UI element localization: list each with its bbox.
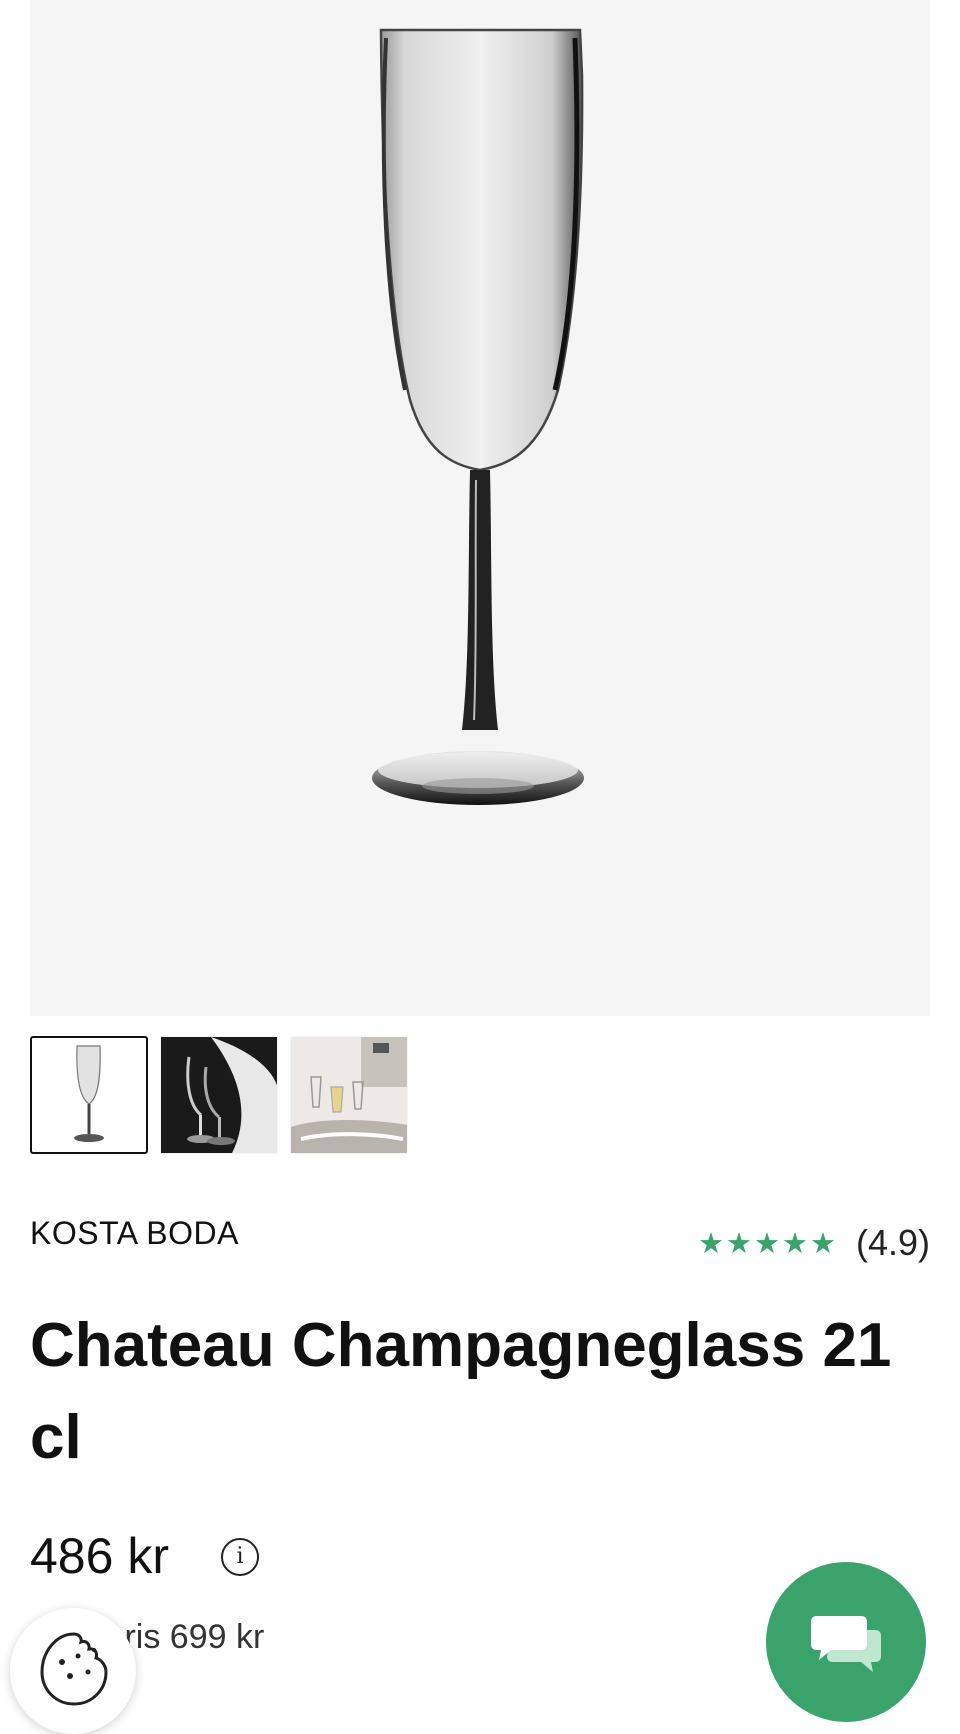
thumbnail-table-setting-icon (291, 1037, 407, 1153)
product-title: Chateau Champagneglass 21 cl (30, 1311, 892, 1472)
thumbnail-1[interactable] (30, 1036, 148, 1154)
product-price: 486 kr (30, 1528, 169, 1584)
thumbnail-glass-icon (74, 1045, 104, 1142)
champagne-glass-image (372, 28, 584, 805)
thumbnail-gallery (30, 1036, 408, 1154)
chat-button[interactable] (766, 1562, 926, 1722)
rating-value: (4.9) (855, 1222, 930, 1263)
thumbnail-glasses-dark-icon (161, 1037, 277, 1153)
rating-stars: ★★★★★ (697, 1227, 838, 1260)
product-rating[interactable]: ★★★★★ (4.9) (698, 1222, 930, 1264)
chat-icon (811, 1616, 881, 1672)
cookie-settings-button[interactable] (10, 1608, 136, 1734)
cookie-icon (40, 1632, 108, 1706)
info-icon[interactable]: i (221, 1538, 259, 1576)
thumbnail-2[interactable] (160, 1036, 278, 1154)
thumbnail-3[interactable] (290, 1036, 408, 1154)
product-brand[interactable]: KOSTA BODA (30, 1215, 239, 1252)
product-main-image[interactable] (30, 0, 930, 1016)
